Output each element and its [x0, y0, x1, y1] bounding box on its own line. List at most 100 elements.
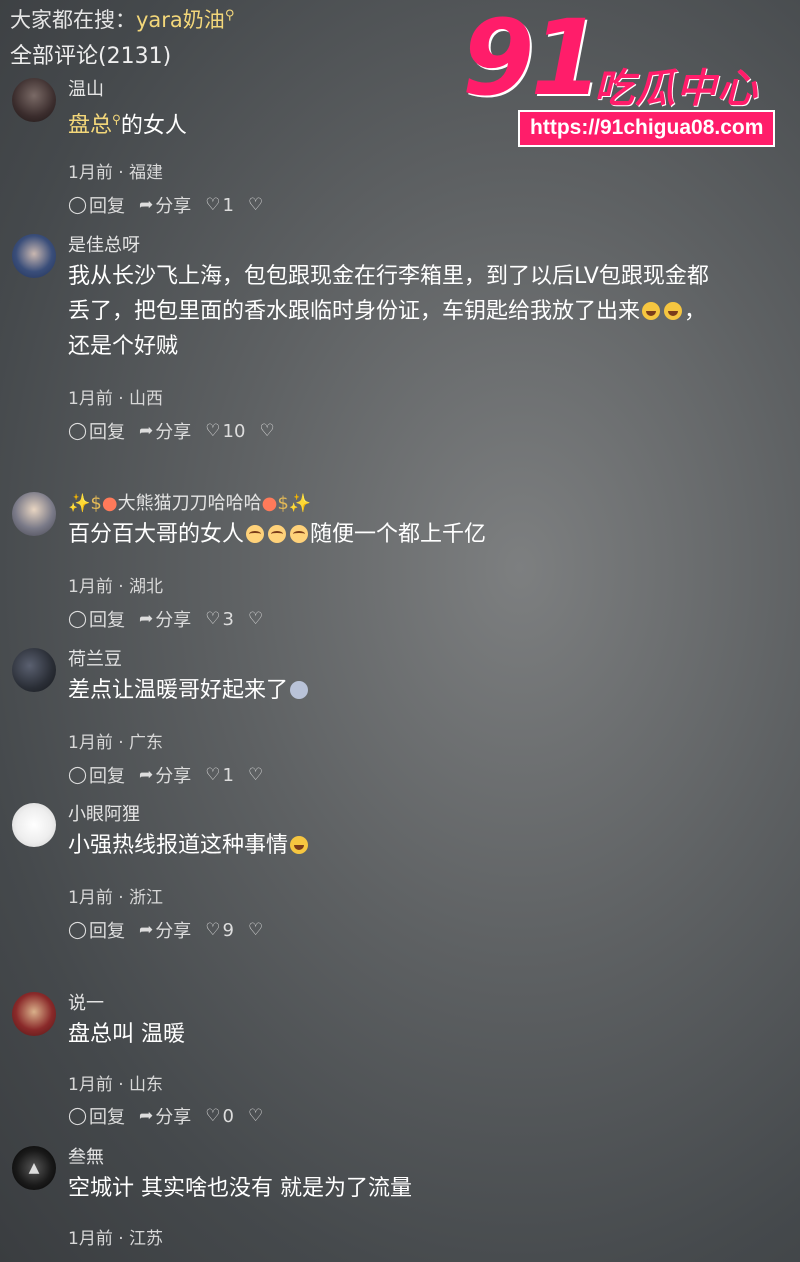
avatar[interactable] [12, 648, 56, 692]
reply-button[interactable]: ◯ 回复 [68, 418, 125, 444]
comment-username[interactable]: 荷兰豆 [68, 645, 122, 671]
laugh-emoji-icon [642, 302, 661, 320]
like-count: 0 [222, 1105, 234, 1127]
dislike-button[interactable]: ♡ [259, 421, 274, 441]
comment-location: 浙江 [129, 888, 164, 908]
comment-location: 山东 [129, 1075, 164, 1095]
sparkle-icon: ✨ [68, 493, 91, 514]
laugh-emoji-icon [664, 302, 683, 320]
share-button[interactable]: ➦ 分享 [139, 917, 191, 943]
like-button[interactable]: ♡ 3 [205, 609, 234, 630]
comment-search-highlight[interactable]: 盘总⚲ [68, 113, 121, 138]
comment-username[interactable]: ✨$●大熊猫刀刀哈哈哈●$✨ [68, 489, 311, 515]
share-button[interactable]: ➦ 分享 [139, 1103, 191, 1129]
avatar[interactable] [12, 78, 56, 122]
comment-text-part: 随便一个都上千亿 [310, 522, 487, 547]
comment-meta: 1月前 · 广东 [68, 728, 163, 753]
dislike-button[interactable]: ♡ [248, 765, 263, 785]
like-count: 3 [222, 608, 234, 630]
avatar[interactable] [12, 992, 56, 1036]
meta-separator: · [112, 163, 130, 183]
like-button[interactable]: ♡ 0 [205, 1106, 234, 1127]
comment-username[interactable]: 是佳总呀 [68, 231, 140, 257]
mountain-icon: ▲ [28, 1160, 40, 1176]
avatar[interactable] [12, 234, 56, 278]
meta-separator: · [112, 888, 130, 908]
like-count: 1 [222, 764, 234, 786]
share-label: 分享 [155, 1107, 192, 1128]
dislike-button[interactable]: ♡ [248, 609, 263, 629]
reply-icon: ◯ [68, 609, 88, 629]
comment-location: 广东 [129, 733, 164, 753]
broken-heart-icon: ♡ [247, 765, 264, 785]
comment-actions: ◯ 回复 ➦ 分享 ♡ 1 ♡ [68, 192, 263, 218]
comment-location: 福建 [129, 163, 164, 183]
comment-time: 1月前 [68, 1229, 113, 1249]
lollipop-icon: ● [101, 493, 118, 514]
cat-emoji-icon [290, 681, 309, 699]
share-icon: ➦ [139, 920, 154, 940]
reply-icon: ◯ [68, 421, 88, 441]
search-suggestion-prefix: 大家都在搜： [10, 8, 136, 32]
meta-separator: · [112, 389, 130, 409]
comment-text-tail: 的女人 [120, 113, 187, 139]
like-button[interactable]: ♡ 10 [205, 421, 245, 442]
comment-username[interactable]: 温山 [68, 75, 104, 101]
share-button[interactable]: ➦ 分享 [139, 418, 191, 444]
comment-text-part: 盘总叫 温暖 [68, 1022, 185, 1047]
reply-icon: ◯ [68, 920, 88, 940]
comment-text-part: 空城计 其实啥也没有 就是为了流量 [68, 1176, 412, 1201]
meta-separator: · [112, 1075, 130, 1095]
comment-text: 空城计 其实啥也没有 就是为了流量 [68, 1171, 788, 1206]
avatar[interactable]: ▲ [12, 1146, 56, 1190]
cute-emoji-icon [290, 525, 309, 543]
comments-count-heading: 全部评论(2131) [10, 44, 172, 69]
comment-actions: ◯ 回复 ➦ 分享 ♡ 10 ♡ [68, 418, 275, 444]
comment-actions: ◯ 回复 ➦ 分享 ♡ 0 ♡ [68, 1103, 263, 1129]
comment-location: 湖北 [129, 577, 164, 597]
like-count: 1 [222, 194, 234, 216]
search-suggestion-keyword[interactable]: yara奶油⚲ [136, 8, 234, 32]
avatar[interactable] [12, 492, 56, 536]
comment-username[interactable]: 叁無 [68, 1143, 104, 1169]
comment-actions: ◯ 回复 ➦ 分享 ♡ 9 ♡ [68, 917, 263, 943]
comment-time: 1月前 [68, 1075, 113, 1095]
reply-button[interactable]: ◯ 回复 [68, 606, 125, 632]
comment-time: 1月前 [68, 733, 113, 753]
comment-username[interactable]: 小眼阿狸 [68, 800, 140, 826]
avatar[interactable] [12, 803, 56, 847]
reply-button[interactable]: ◯ 回复 [68, 192, 125, 218]
comment-time: 1月前 [68, 163, 113, 183]
share-button[interactable]: ➦ 分享 [139, 762, 191, 788]
share-button[interactable]: ➦ 分享 [139, 606, 191, 632]
comment-text: 百分百大哥的女人 随便一个都上千亿 [68, 517, 788, 552]
like-button[interactable]: ♡ 9 [205, 920, 234, 941]
like-button[interactable]: ♡ 1 [205, 195, 234, 216]
laugh-emoji-icon [290, 836, 309, 854]
dislike-button[interactable]: ♡ [248, 1106, 263, 1126]
broken-heart-icon: ♡ [247, 195, 264, 215]
comment-time: 1月前 [68, 888, 113, 908]
heart-icon: ♡ [205, 609, 221, 629]
dislike-button[interactable]: ♡ [248, 920, 263, 940]
like-count: 10 [222, 420, 246, 442]
dislike-button[interactable]: ♡ [248, 195, 263, 215]
meta-separator: · [112, 577, 130, 597]
reply-button[interactable]: ◯ 回复 [68, 1103, 125, 1129]
comment-username[interactable]: 说一 [68, 989, 104, 1015]
meta-separator: · [112, 1229, 130, 1249]
reply-button[interactable]: ◯ 回复 [68, 762, 125, 788]
comment-time: 1月前 [68, 389, 113, 409]
search-suggestion[interactable]: 大家都在搜：yara奶油⚲ [10, 4, 234, 34]
like-button[interactable]: ♡ 1 [205, 765, 234, 786]
money-bag-icon: $ [277, 493, 289, 514]
share-icon: ➦ [139, 765, 154, 785]
reply-button[interactable]: ◯ 回复 [68, 917, 125, 943]
comment-actions: ◯ 回复 ➦ 分享 ♡ 1 ♡ [68, 762, 263, 788]
comment-text-part: 百分百大哥的女人 [68, 522, 245, 547]
heart-icon: ♡ [205, 765, 221, 785]
share-button[interactable]: ➦ 分享 [139, 192, 191, 218]
comment-location: 山西 [129, 389, 164, 409]
comment-text-part: 差点让温暖哥好起来了 [68, 678, 289, 703]
lollipop-icon: ● [261, 493, 278, 514]
